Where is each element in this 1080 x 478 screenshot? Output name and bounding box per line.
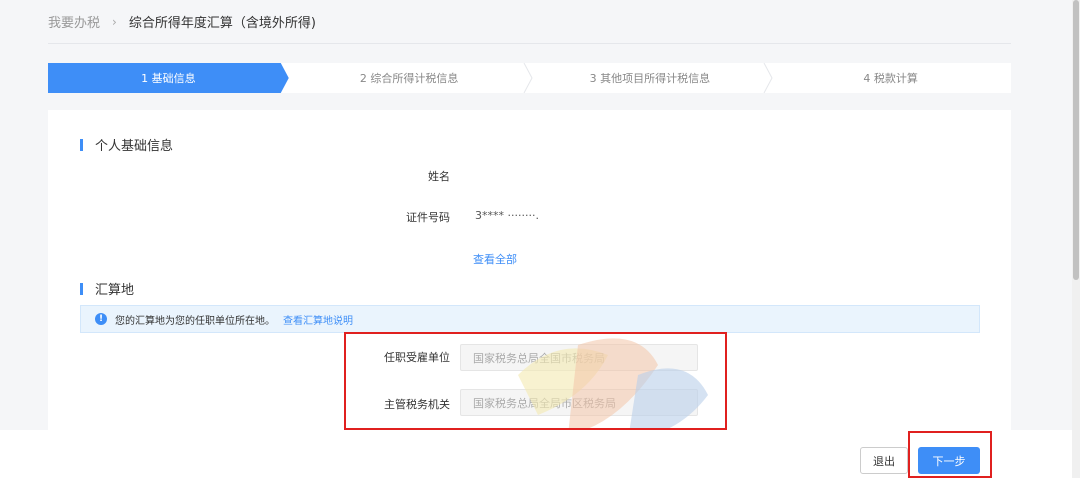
- section-personal-info: 个人基础信息: [80, 135, 173, 154]
- exit-button[interactable]: 退出: [860, 447, 908, 474]
- section-title: 汇算地: [95, 283, 135, 298]
- section-settlement: 汇算地: [80, 279, 134, 298]
- next-highlight-box: [908, 431, 992, 478]
- info-icon: !: [95, 313, 107, 325]
- step-progress: 1 基础信息 2 综合所得计税信息 3 其他项目所得计税信息 4 税款计算: [48, 63, 1011, 93]
- breadcrumb-home[interactable]: 我要办税: [48, 12, 100, 31]
- breadcrumb-separator-icon: ›: [112, 14, 117, 29]
- section-title: 个人基础信息: [95, 139, 174, 154]
- breadcrumb-current: 综合所得年度汇算（含境外所得): [128, 16, 316, 31]
- step-label: 2 综合所得计税信息: [359, 72, 459, 85]
- section-bar-icon: [80, 282, 83, 295]
- step-basic-info[interactable]: 1 基础信息: [48, 63, 289, 93]
- settlement-help-link[interactable]: 查看汇算地说明: [283, 312, 353, 327]
- main-card: 个人基础信息 姓名 证件号码 3**** ········. 查看全部 汇算地 …: [48, 110, 1011, 440]
- highlight-box: [344, 332, 727, 430]
- step-other-income[interactable]: 3 其他项目所得计税信息: [530, 63, 773, 93]
- notice-text: 您的汇算地为您的任职单位所在地。: [115, 315, 275, 327]
- id-number-label: 证件号码: [406, 211, 450, 224]
- step-label: 3 其他项目所得计税信息: [589, 72, 711, 85]
- step-comprehensive-income[interactable]: 2 综合所得计税信息: [289, 63, 533, 93]
- section-bar-icon: [80, 138, 83, 151]
- scrollbar[interactable]: [1072, 0, 1080, 478]
- divider: [48, 43, 1011, 44]
- scrollbar-thumb[interactable]: [1073, 0, 1079, 280]
- breadcrumb: 我要办税 › 综合所得年度汇算（含境外所得): [48, 12, 316, 32]
- step-label: 1 基础信息: [141, 72, 196, 85]
- settlement-notice: ! 您的汇算地为您的任职单位所在地。 查看汇算地说明: [80, 305, 980, 333]
- step-label: 4 税款计算: [863, 72, 918, 85]
- id-number-value: 3**** ········.: [475, 209, 539, 222]
- step-tax-calculation[interactable]: 4 税款计算: [770, 63, 1011, 93]
- view-all-link[interactable]: 查看全部: [473, 251, 517, 267]
- name-label: 姓名: [428, 170, 450, 183]
